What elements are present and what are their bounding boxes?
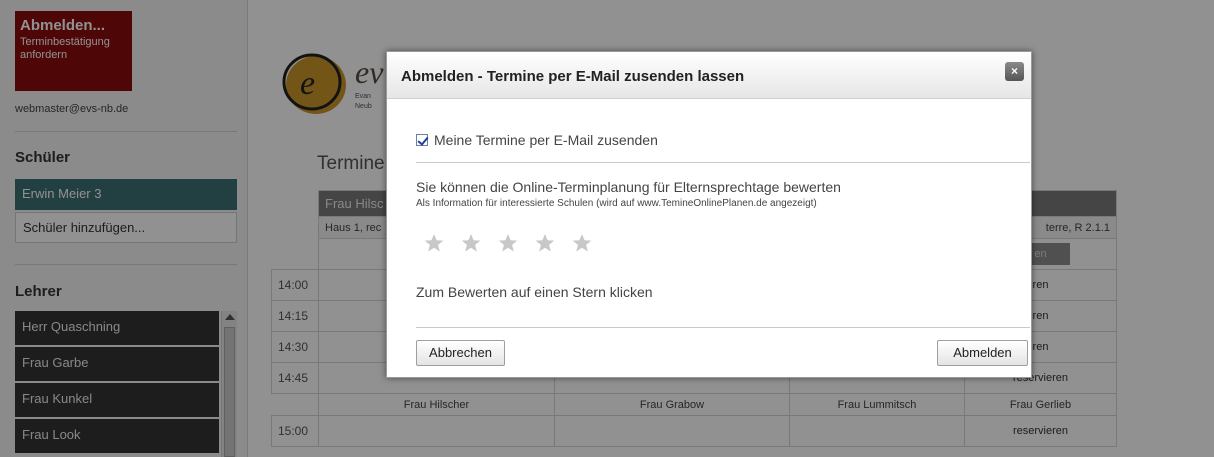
divider [416, 327, 1030, 328]
logout-dialog: Abmelden - Termine per E-Mail zusenden l… [386, 51, 1032, 378]
star-icon[interactable] [424, 233, 444, 253]
star-icon[interactable] [461, 233, 481, 253]
email-checkbox-row[interactable]: Meine Termine per E-Mail zusenden [416, 132, 658, 148]
dialog-header: Abmelden - Termine per E-Mail zusenden l… [387, 52, 1031, 99]
rating-title: Sie können die Online-Terminplanung für … [416, 179, 841, 195]
cancel-button[interactable]: Abbrechen [416, 340, 505, 366]
close-icon[interactable]: × [1005, 62, 1024, 81]
star-icon[interactable] [572, 233, 592, 253]
divider [416, 162, 1030, 163]
rating-hint: Zum Bewerten auf einen Stern klicken [416, 284, 653, 300]
email-checkbox[interactable] [416, 134, 428, 146]
rating-subtitle: Als Information für interessierte Schule… [416, 198, 817, 209]
dialog-title: Abmelden - Termine per E-Mail zusenden l… [401, 68, 745, 85]
email-checkbox-label[interactable]: Meine Termine per E-Mail zusenden [434, 132, 658, 148]
star-icon[interactable] [498, 233, 518, 253]
logout-button[interactable]: Abmelden [937, 340, 1028, 366]
rating-stars [424, 233, 609, 253]
star-icon[interactable] [535, 233, 555, 253]
